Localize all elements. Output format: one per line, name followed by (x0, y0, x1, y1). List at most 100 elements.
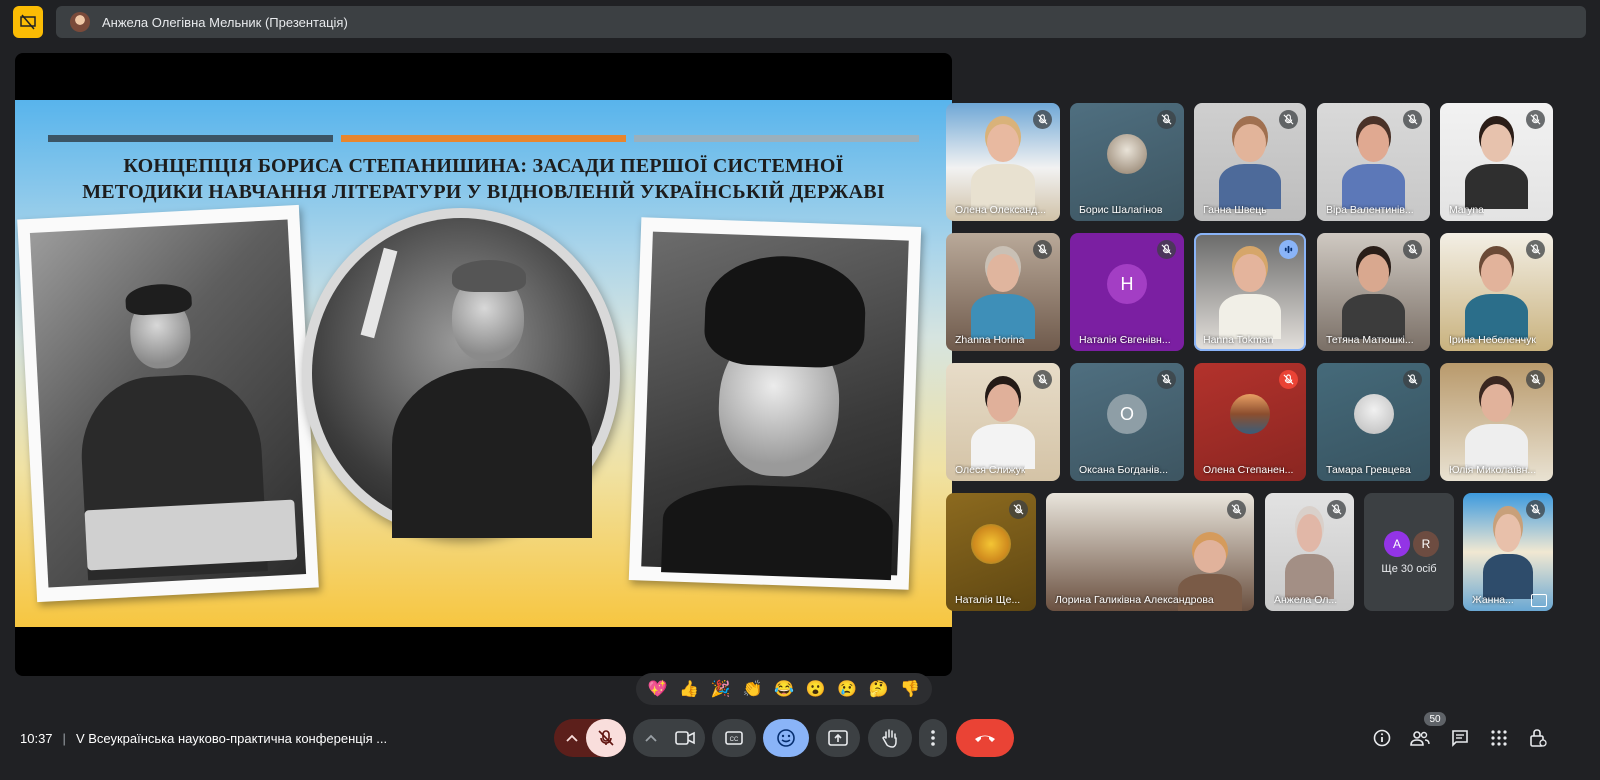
separator: | (62, 731, 66, 746)
captions-icon: CC (725, 731, 743, 745)
participant-tile[interactable]: Олена Олександ... (946, 103, 1060, 221)
mic-off-icon (1157, 110, 1176, 129)
participant-name: Жанна... (1472, 594, 1514, 606)
participant-name: Олена Олександ... (955, 204, 1047, 216)
meeting-title: V Всеукраїнська науково-практична конфер… (75, 731, 388, 746)
participant-tile[interactable]: Борис Шалагінов (1070, 103, 1184, 221)
slide-title: КОНЦЕПЦІЯ БОРИСА СТЕПАНИШИНА: ЗАСАДИ ПЕР… (82, 155, 885, 203)
participant-video (971, 124, 1035, 209)
participant-tile[interactable]: Жанна... (1463, 493, 1553, 611)
reaction-heart[interactable]: 💖 (648, 679, 668, 699)
present-screen-button[interactable] (816, 719, 860, 757)
participant-tile[interactable]: Анжела Ол... (1265, 493, 1354, 611)
participant-video (1218, 124, 1282, 209)
participant-tile[interactable]: Ганна Швець (1194, 103, 1306, 221)
slide-bar (341, 135, 626, 142)
self-view-icon[interactable] (1531, 594, 1547, 607)
participant-tile[interactable]: Тетяна Матюшкі... (1317, 233, 1430, 351)
reactions-button[interactable] (763, 719, 809, 757)
participant-tile[interactable]: Олеся Слижук (946, 363, 1060, 481)
people-icon (1410, 731, 1430, 746)
photo-young-man-portrait (628, 217, 922, 590)
participant-tile[interactable]: Zhanna Horina (946, 233, 1060, 351)
participant-video (971, 384, 1035, 469)
participant-name: Marуna (1449, 204, 1485, 216)
mic-off-icon (1033, 240, 1052, 259)
mic-off-icon (1279, 110, 1298, 129)
presentation-off-icon[interactable] (13, 6, 43, 38)
presentation-banner: Анжела Олегівна Мельник (Презентація) (56, 6, 1586, 38)
participant-name: Ганна Швець (1203, 204, 1267, 216)
reaction-sad[interactable]: 😢 (837, 679, 857, 699)
chevron-up-icon[interactable] (554, 719, 590, 757)
participant-tile[interactable]: H Наталія Євгенівн... (1070, 233, 1184, 351)
camera-control-group (633, 719, 705, 757)
participant-video (1341, 124, 1406, 209)
avatar: R (1413, 531, 1439, 557)
participant-name: Тамара Гревцева (1326, 464, 1411, 476)
participant-video (971, 254, 1035, 339)
participant-name: Юлія Миколаївн... (1449, 464, 1537, 476)
meeting-info: 10:37 | V Всеукраїнська науково-практичн… (20, 731, 387, 746)
participant-tile[interactable]: O Оксана Богданів... (1070, 363, 1184, 481)
people-button[interactable] (1410, 728, 1430, 748)
mic-off-icon (1033, 110, 1052, 129)
participant-tile[interactable]: Олена Степанен... (1194, 363, 1306, 481)
reaction-thumbs-down[interactable]: 👎 (900, 679, 920, 699)
mic-off-button[interactable] (586, 719, 626, 757)
avatar (70, 12, 90, 32)
captions-button[interactable]: CC (712, 719, 756, 757)
speaking-indicator-icon (1279, 240, 1298, 259)
participant-tile[interactable]: Юлія Миколаївн... (1440, 363, 1553, 481)
mic-off-icon (1327, 500, 1346, 519)
more-options-button[interactable] (919, 719, 947, 757)
reaction-surprised[interactable]: 😮 (806, 679, 826, 699)
avatar (1353, 394, 1394, 434)
camera-button[interactable] (665, 719, 705, 757)
participant-name: Олена Степанен... (1203, 464, 1294, 476)
top-bar: Анжела Олегівна Мельник (Презентація) (0, 0, 1600, 44)
meeting-details-button[interactable] (1372, 728, 1392, 748)
reaction-laugh[interactable]: 😂 (774, 679, 794, 699)
mic-off-icon (1157, 240, 1176, 259)
chevron-up-icon[interactable] (633, 719, 669, 757)
mic-control-group (554, 719, 626, 757)
participant-name: Наталія Євгенівн... (1079, 334, 1171, 346)
participant-name: Лорина Галиківна Александрова (1055, 594, 1214, 606)
participant-tile[interactable]: Віра Валентинів... (1317, 103, 1430, 221)
mic-off-icon (598, 730, 614, 746)
leave-call-button[interactable] (956, 719, 1014, 757)
participant-tile[interactable]: Тамара Гревцева (1317, 363, 1430, 481)
chat-button[interactable] (1450, 728, 1470, 748)
participant-name: Ірина Небеленчук (1449, 334, 1536, 346)
reaction-thinking[interactable]: 🤔 (869, 679, 889, 699)
presentation-title: Анжела Олегівна Мельник (Презентація) (102, 14, 348, 30)
more-participants-tile[interactable]: A R Ще 30 осіб (1364, 493, 1454, 611)
hand-icon (882, 729, 897, 748)
reaction-party[interactable]: 🎉 (711, 679, 731, 699)
reaction-clap[interactable]: 👏 (742, 679, 762, 699)
mic-off-icon (1403, 110, 1422, 129)
participant-video (1464, 254, 1529, 339)
slide-bar (634, 135, 919, 142)
participant-tile[interactable]: Наталія Ще... (946, 493, 1036, 611)
participant-tile[interactable]: Marуna (1440, 103, 1553, 221)
slide: КОНЦЕПЦІЯ БОРИСА СТЕПАНИШИНА: ЗАСАДИ ПЕР… (15, 100, 952, 627)
participant-tile[interactable]: Ірина Небеленчук (1440, 233, 1553, 351)
host-controls-button[interactable] (1528, 728, 1548, 748)
avatar: H (1107, 264, 1147, 304)
reaction-thumbs-up[interactable]: 👍 (679, 679, 699, 699)
emoji-icon (777, 729, 795, 747)
avatar: A (1384, 531, 1410, 557)
photo-man-at-desk (17, 204, 319, 603)
participant-video (1284, 514, 1335, 599)
avatar: O (1107, 394, 1147, 434)
avatar (1107, 134, 1147, 174)
participant-tile[interactable]: Лорина Галиківна Александрова (1046, 493, 1254, 611)
activities-button[interactable] (1489, 728, 1509, 748)
apps-grid-icon (1491, 730, 1507, 746)
raise-hand-button[interactable] (868, 719, 912, 757)
participant-tile[interactable]: Hanna Tokman (1194, 233, 1306, 351)
mic-off-icon (1526, 110, 1545, 129)
participant-name: Оксана Богданів... (1079, 464, 1169, 476)
